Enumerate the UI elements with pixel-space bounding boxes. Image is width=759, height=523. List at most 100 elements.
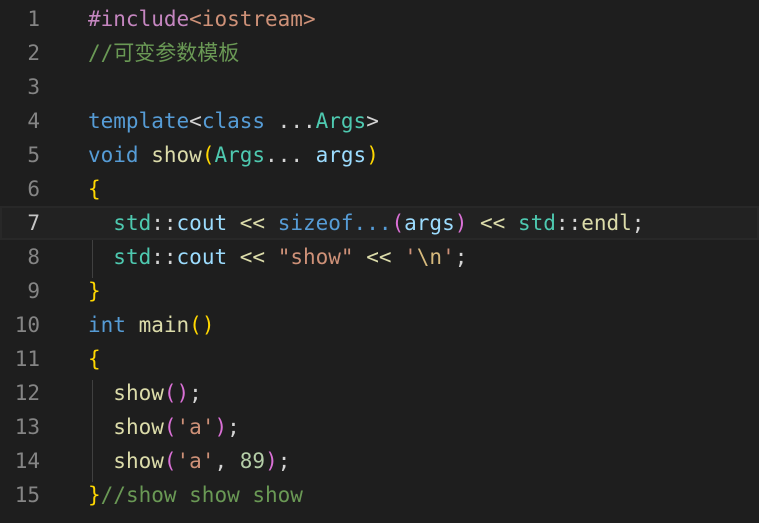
code-token: < <box>189 109 202 133</box>
code-token: Args <box>315 109 367 133</box>
code-token: Args <box>214 143 266 167</box>
code-token: show <box>113 449 164 473</box>
code-token: ) <box>265 449 278 473</box>
code-token: \n <box>416 245 443 269</box>
code-token: ; <box>631 211 645 235</box>
code-text: template<class ...Args> <box>88 104 379 138</box>
code-line[interactable]: 14 show('a', 89); <box>0 444 759 478</box>
line-number: 8 <box>27 245 40 269</box>
code-token: ' <box>442 245 455 269</box>
code-text: show('a', 89); <box>88 444 290 478</box>
code-text: show('a'); <box>88 410 240 444</box>
code-line[interactable]: 13 show('a'); <box>0 410 759 444</box>
code-line[interactable]: 4 template<class ...Args> <box>0 104 759 138</box>
code-token: sizeof... <box>277 211 392 235</box>
line-number: 2 <box>27 41 40 65</box>
code-text: //可变参数模板 <box>88 36 239 70</box>
line-number: 14 <box>14 449 40 473</box>
code-token: main <box>138 313 190 337</box>
code-token: () <box>189 313 215 337</box>
code-line[interactable]: 3 <box>0 70 759 104</box>
code-text: } <box>88 274 101 308</box>
code-text: #include<iostream> <box>88 2 316 36</box>
code-token: ; <box>189 381 202 405</box>
code-token: std <box>517 211 556 235</box>
line-number: 6 <box>27 177 40 201</box>
code-token: std <box>113 211 152 235</box>
code-token: } <box>88 279 101 303</box>
code-token: ( <box>201 143 215 167</box>
code-token: ... <box>265 143 316 167</box>
code-token: () <box>163 381 190 405</box>
code-token: cout <box>176 245 228 269</box>
code-token: << <box>353 245 405 269</box>
line-number: 7 <box>27 211 40 235</box>
code-line[interactable]: 7 std::cout << sizeof...(args) << std::e… <box>0 206 759 240</box>
line-number: 4 <box>27 109 40 133</box>
code-token: #include <box>88 7 190 31</box>
code-text: { <box>88 342 101 376</box>
code-token: std <box>113 245 152 269</box>
code-token: show <box>151 143 202 167</box>
code-token: << <box>227 245 278 269</box>
code-token: << <box>467 211 518 235</box>
code-token: <iostream> <box>189 7 316 31</box>
code-token: } <box>88 483 101 507</box>
code-line[interactable]: 8 std::cout << "show" << '\n'; <box>0 240 759 274</box>
code-editor[interactable]: 1 #include<iostream> 2//可变参数模板 3 4 template<c… <box>0 0 759 523</box>
code-token: ( <box>391 211 405 235</box>
line-number: 10 <box>14 313 40 337</box>
code-token: void <box>88 143 139 167</box>
code-token: 89 <box>239 449 266 473</box>
line-number: 1 <box>27 7 40 31</box>
code-token: :: <box>555 211 582 235</box>
code-token: class <box>201 109 266 133</box>
code-token: , <box>214 449 240 473</box>
code-line[interactable]: 11 { <box>0 342 759 376</box>
code-line[interactable]: 9} <box>0 274 759 308</box>
code-token: ... <box>265 109 316 133</box>
code-line[interactable]: 15}//show show show <box>0 478 759 512</box>
code-token: ; <box>454 245 468 269</box>
code-token: :: <box>151 211 177 235</box>
code-token: > <box>366 109 379 133</box>
code-line[interactable]: 10 int main() <box>0 308 759 342</box>
code-text: std::cout << "show" << '\n'; <box>88 240 467 274</box>
code-line[interactable]: 6{ <box>0 172 759 206</box>
code-token: { <box>88 347 101 371</box>
line-number: 13 <box>14 415 40 439</box>
line-number: 3 <box>27 75 40 99</box>
code-token: show <box>113 381 164 405</box>
code-token: ) <box>214 415 228 439</box>
code-token: ( <box>163 449 177 473</box>
code-token: ) <box>454 211 468 235</box>
code-line[interactable]: 5 void show(Args... args) <box>0 138 759 172</box>
code-line[interactable]: 1 #include<iostream> <box>0 2 759 36</box>
code-token: 'a' <box>176 449 215 473</box>
line-number: 11 <box>14 347 40 371</box>
line-number: 15 <box>14 483 40 507</box>
code-line[interactable]: 12 show(); <box>0 376 759 410</box>
code-text: }//show show show <box>88 478 303 512</box>
code-token: 'a' <box>176 415 215 439</box>
code-token: cout <box>176 211 228 235</box>
code-token: ; <box>227 415 240 439</box>
code-token: //show show show <box>100 483 303 507</box>
code-token: << <box>227 211 278 235</box>
code-text: { <box>88 172 101 206</box>
code-line[interactable]: 2 //可变参数模板 <box>0 36 759 70</box>
code-token: ; <box>277 449 291 473</box>
code-token: //可变参数模板 <box>88 41 240 65</box>
code-token: args <box>404 211 455 235</box>
code-token: template <box>88 109 190 133</box>
line-number: 12 <box>14 381 40 405</box>
code-token: ( <box>163 415 177 439</box>
code-token: ) <box>366 143 379 167</box>
code-text: int main() <box>88 308 214 342</box>
